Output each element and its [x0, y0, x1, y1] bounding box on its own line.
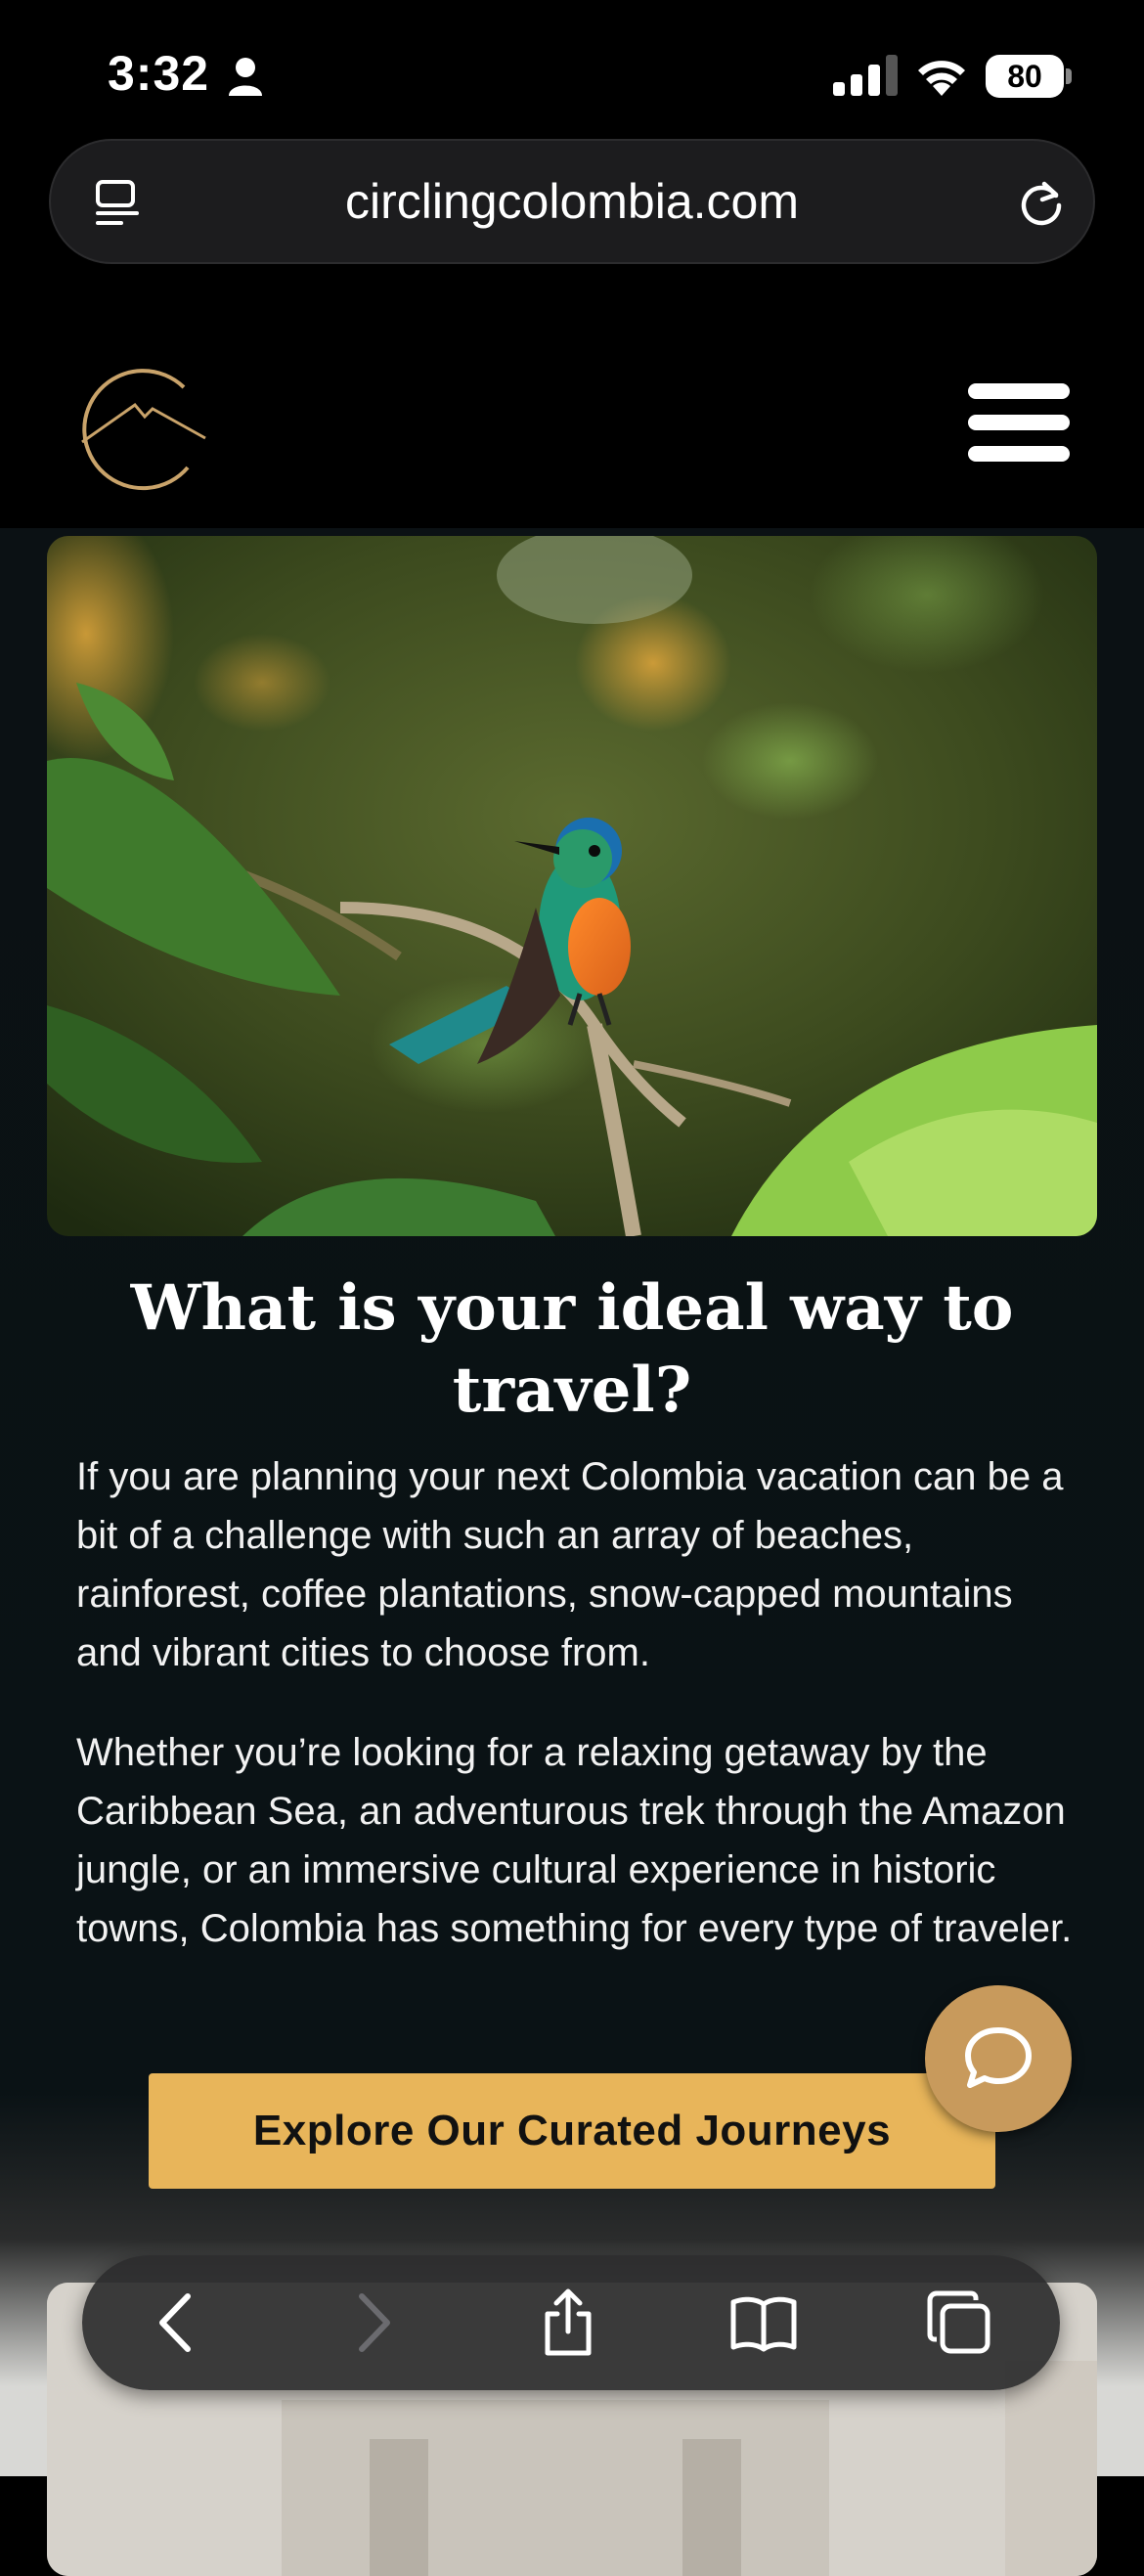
person-icon: [229, 58, 262, 96]
explore-journeys-button[interactable]: Explore Our Curated Journeys: [149, 2073, 995, 2189]
section-headline: What is your ideal way to travel?: [130, 1271, 1014, 1427]
chat-button[interactable]: [925, 1985, 1072, 2132]
back-button[interactable]: [143, 2288, 211, 2357]
tabs-button[interactable]: [925, 2288, 993, 2357]
chat-icon: [965, 2027, 1032, 2088]
logo-icon[interactable]: [78, 362, 209, 493]
wifi-icon: [918, 61, 965, 96]
status-time: 3:32: [108, 46, 210, 101]
main-content: What is your ideal way to travel? If you…: [0, 528, 1144, 2576]
detail-paragraph: Whether you’re looking for a relaxing ge…: [76, 1731, 1073, 1950]
url-text[interactable]: circlingcolombia.com: [51, 141, 1093, 262]
site-header: [0, 264, 1144, 528]
battery-indicator: 80: [986, 55, 1064, 98]
menu-icon[interactable]: [968, 383, 1070, 462]
forward-icon: [359, 2293, 390, 2352]
share-button[interactable]: [534, 2288, 602, 2357]
address-bar[interactable]: circlingcolombia.com: [49, 139, 1095, 264]
bookmarks-icon: [730, 2296, 797, 2352]
reload-icon[interactable]: [1015, 176, 1068, 229]
hero-image-hummingbird: [47, 536, 1097, 1236]
status-bar: 3:32 80: [0, 0, 1144, 137]
battery-tip: [1066, 68, 1072, 84]
intro-paragraph: If you are planning your next Colombia v…: [76, 1455, 1064, 1674]
tabs-icon: [927, 2290, 990, 2354]
bookmarks-button[interactable]: [729, 2288, 798, 2357]
share-icon: [545, 2288, 592, 2356]
forward-button[interactable]: [338, 2288, 407, 2357]
signal-icon: [833, 55, 898, 96]
browser-toolbar: [82, 2255, 1060, 2390]
back-icon: [159, 2293, 191, 2352]
